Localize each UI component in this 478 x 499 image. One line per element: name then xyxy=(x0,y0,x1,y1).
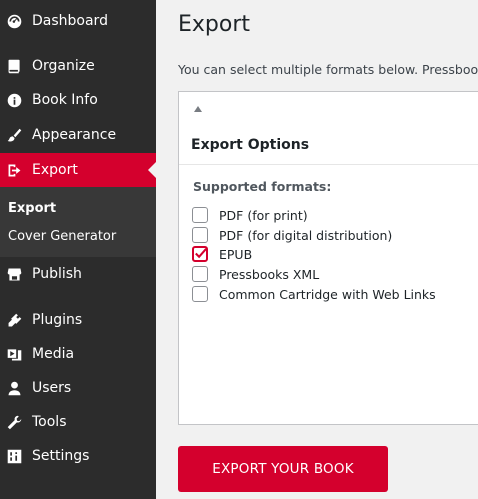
sidebar-item-users[interactable]: Users xyxy=(0,371,156,405)
format-checkbox[interactable] xyxy=(192,227,208,243)
sidebar-item-label: Plugins xyxy=(32,312,83,328)
plugin-icon xyxy=(5,311,23,329)
sidebar-item-label: Settings xyxy=(32,448,90,464)
format-label: Pressbooks XML xyxy=(219,266,320,282)
sidebar-item-plugins[interactable]: Plugins xyxy=(0,303,156,337)
sidebar-item-organize[interactable]: Organize xyxy=(0,49,156,83)
format-label: PDF (for print) xyxy=(219,207,308,223)
media-icon xyxy=(5,345,23,363)
export-your-book-button[interactable]: EXPORT YOUR BOOK xyxy=(178,446,388,492)
sidebar-item-export[interactable]: Export xyxy=(0,153,156,187)
format-option-epub[interactable]: EPUB xyxy=(192,245,252,263)
formats-label: Supported formats: xyxy=(193,179,332,194)
divider xyxy=(179,164,478,165)
export-icon xyxy=(5,161,23,179)
page-title: Export xyxy=(178,12,251,37)
format-checkbox[interactable] xyxy=(192,207,208,223)
store-icon xyxy=(5,265,23,283)
settings-icon xyxy=(5,447,23,465)
format-checkbox[interactable] xyxy=(192,286,208,302)
sidebar-item-label: Dashboard xyxy=(32,13,108,29)
sidebar-item-appearance[interactable]: Appearance xyxy=(0,118,156,152)
sidebar-item-settings[interactable]: Settings xyxy=(0,439,156,473)
submenu-item-cover-generator[interactable]: Cover Generator xyxy=(8,229,116,244)
sidebar-item-label: Tools xyxy=(32,414,67,430)
format-checkbox[interactable] xyxy=(192,266,208,282)
sidebar-item-book-info[interactable]: Book Info xyxy=(0,83,156,117)
export-submenu: Export Cover Generator xyxy=(0,187,156,257)
format-option-pdf-print[interactable]: PDF (for print) xyxy=(192,206,308,224)
sidebar-item-label: Appearance xyxy=(32,127,117,143)
panel-title: Export Options xyxy=(191,137,310,153)
format-option-pressbooks-xml[interactable]: Pressbooks XML xyxy=(192,265,319,283)
wrench-icon xyxy=(5,413,23,431)
paintbrush-icon xyxy=(5,126,23,144)
sidebar-item-dashboard[interactable]: Dashboard xyxy=(0,4,156,38)
format-option-common-cartridge[interactable]: Common Cartridge with Web Links xyxy=(192,285,436,303)
format-label: Common Cartridge with Web Links xyxy=(219,286,436,302)
format-checkbox[interactable] xyxy=(192,246,208,262)
intro-text: You can select multiple formats below. P… xyxy=(178,62,478,77)
book-icon xyxy=(5,57,23,75)
format-option-pdf-digital[interactable]: PDF (for digital distribution) xyxy=(192,226,392,244)
sidebar-item-label: Export xyxy=(32,162,78,178)
sidebar-item-label: Organize xyxy=(32,58,95,74)
submenu-item-export[interactable]: Export xyxy=(8,201,56,216)
user-icon xyxy=(5,379,23,397)
sidebar-item-label: Book Info xyxy=(32,92,98,108)
main-content: Export You can select multiple formats b… xyxy=(156,0,478,499)
checkmark-icon xyxy=(195,248,207,259)
dashboard-icon xyxy=(5,12,23,30)
admin-sidebar: Dashboard Organize Book Info Appearance … xyxy=(0,0,156,499)
format-label: EPUB xyxy=(219,246,253,262)
info-icon xyxy=(5,91,23,109)
collapse-toggle-icon[interactable] xyxy=(194,106,202,112)
export-options-panel: Export Options Supported formats: PDF (f… xyxy=(178,91,478,425)
sidebar-item-tools[interactable]: Tools xyxy=(0,405,156,439)
sidebar-item-media[interactable]: Media xyxy=(0,337,156,371)
format-label: PDF (for digital distribution) xyxy=(219,227,393,243)
sidebar-item-label: Users xyxy=(32,380,72,396)
sidebar-item-publish[interactable]: Publish xyxy=(0,257,156,291)
sidebar-item-label: Media xyxy=(32,346,75,362)
sidebar-item-label: Publish xyxy=(32,266,82,282)
